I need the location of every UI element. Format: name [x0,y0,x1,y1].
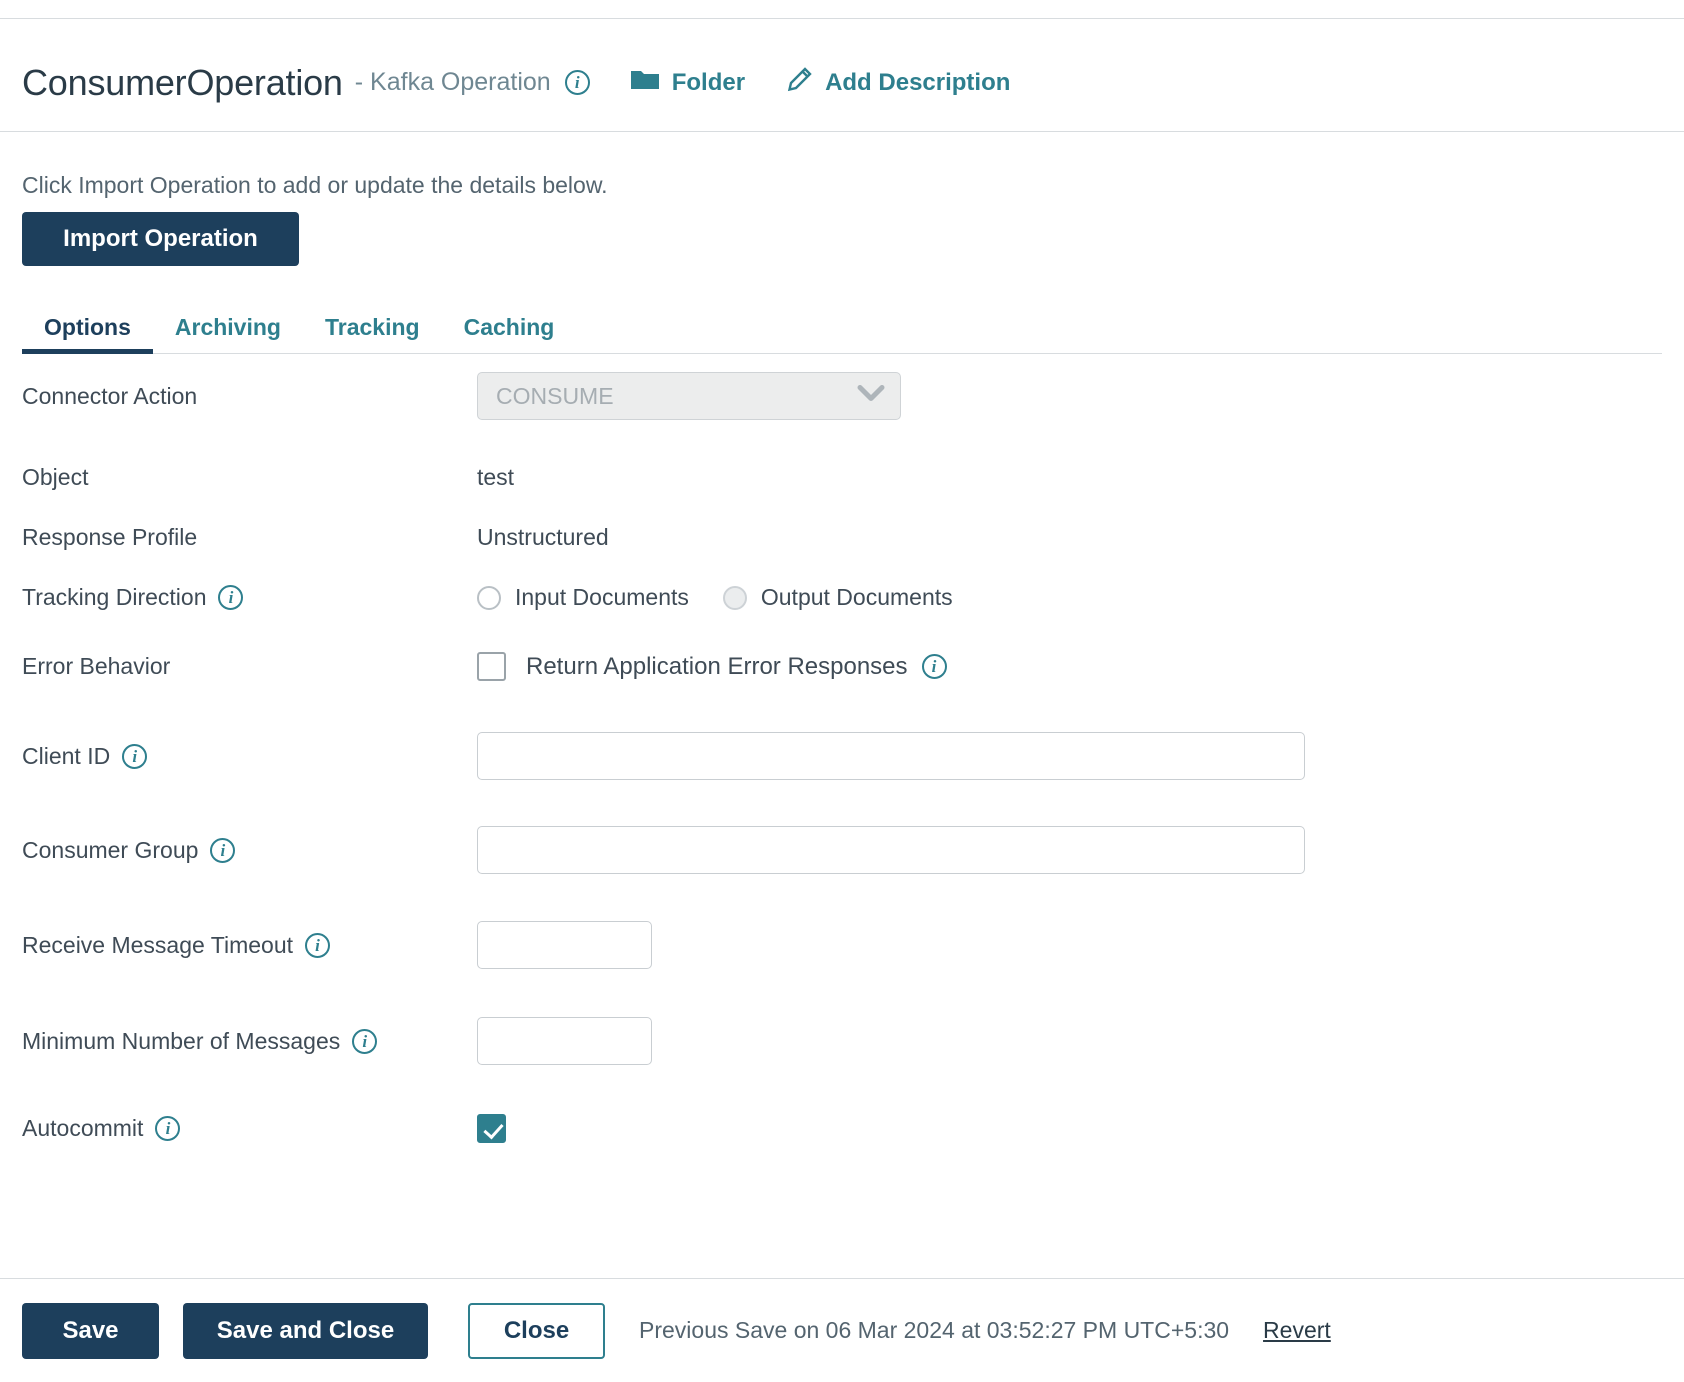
consumer-group-label: Consumer Group i [22,837,477,864]
radio-input-documents[interactable]: Input Documents [477,584,689,611]
object-label: Object [22,464,89,490]
close-button[interactable]: Close [468,1302,605,1359]
revert-link[interactable]: Revert [1263,1317,1331,1344]
row-receive-message-timeout: Receive Message Timeout i [22,921,1662,969]
info-icon[interactable]: i [921,654,947,679]
add-description-label: Add Description [825,68,1011,96]
add-description-button[interactable]: Add Description [785,66,1010,99]
subtitle-text: Kafka Operation [370,68,551,96]
radio-output-documents-label: Output Documents [760,584,953,610]
info-icon[interactable]: i [210,837,236,863]
tab-options[interactable]: Options [22,314,153,354]
error-behavior-label: Error Behavior [22,653,171,679]
row-client-id: Client ID i [22,732,1662,780]
radio-output-documents[interactable]: Output Documents [722,584,953,611]
page-subtitle: - Kafka Operation [355,68,551,97]
autocommit-label: Autocommit i [22,1115,477,1142]
info-icon[interactable]: i [305,932,331,958]
tab-caching[interactable]: Caching [442,314,577,353]
response-profile-label: Response Profile [22,524,198,550]
consumer-group-input[interactable] [477,826,1305,874]
connector-action-value: CONSUME [477,372,901,420]
row-error-behavior: Error Behavior Return Application Error … [22,652,1662,681]
tab-bar: Options Archiving Tracking Caching [22,302,1662,354]
autocommit-label-text: Autocommit [22,1115,144,1141]
page-title: ConsumerOperation [22,61,343,103]
radio-circle-icon [477,585,501,610]
row-tracking-direction: Tracking Direction i Input Documents Out… [22,584,1662,611]
client-id-input[interactable] [477,732,1305,780]
page-header: ConsumerOperation - Kafka Operation i Fo… [0,34,1684,132]
info-icon[interactable]: i [155,1116,181,1141]
save-and-close-button[interactable]: Save and Close [183,1302,428,1359]
return-application-error-responses-label: Return Application Error Responses [526,652,908,680]
radio-input-documents-label: Input Documents [515,584,689,610]
row-autocommit: Autocommit i [22,1114,1662,1143]
client-id-label-text: Client ID [22,742,111,769]
folder-label: Folder [671,68,746,96]
options-form: Connector Action CONSUME Object test Res… [0,356,1684,1278]
pencil-icon [785,66,813,99]
connector-action-label: Connector Action [22,382,198,409]
row-response-profile: Response Profile Unstructured [22,524,1662,551]
return-application-error-responses-checkbox[interactable] [477,652,506,681]
info-icon[interactable]: i [218,585,244,610]
top-divider [0,18,1684,19]
object-value: test [477,464,515,490]
info-icon[interactable]: i [564,70,590,95]
receive-message-timeout-label: Receive Message Timeout i [22,932,477,959]
tracking-direction-label: Tracking Direction i [22,584,477,611]
row-consumer-group: Consumer Group i [22,826,1662,874]
minimum-number-of-messages-input[interactable] [477,1017,652,1065]
consumer-group-label-text: Consumer Group [22,836,199,863]
tab-archiving[interactable]: Archiving [153,314,303,353]
row-object: Object test [22,464,1662,491]
radio-circle-icon [722,585,747,610]
tracking-direction-label-text: Tracking Direction [22,584,207,610]
tab-tracking[interactable]: Tracking [303,314,442,353]
subtitle-separator: - [354,68,364,96]
row-minimum-number-of-messages: Minimum Number of Messages i [22,1017,1662,1065]
client-id-label: Client ID i [22,743,477,770]
row-connector-action: Connector Action CONSUME [22,372,1662,420]
previous-save-timestamp: Previous Save on 06 Mar 2024 at 03:52:27… [639,1317,1230,1343]
import-instruction-text: Click Import Operation to add or update … [22,172,608,198]
footer-action-bar: Save Save and Close Close Previous Save … [0,1278,1684,1382]
connector-action-select[interactable]: CONSUME [477,372,901,420]
folder-icon [630,68,660,97]
receive-message-timeout-input[interactable] [477,921,652,969]
folder-button[interactable]: Folder [630,68,745,97]
import-operation-button[interactable]: Import Operation [22,212,299,266]
response-profile-value: Unstructured [477,524,609,550]
info-icon[interactable]: i [352,1028,378,1054]
info-icon[interactable]: i [122,743,148,769]
receive-message-timeout-label-text: Receive Message Timeout [22,931,294,958]
minimum-number-of-messages-label-text: Minimum Number of Messages [22,1027,341,1054]
autocommit-checkbox[interactable] [477,1114,506,1143]
header-info-wrap[interactable]: i [564,70,590,95]
minimum-number-of-messages-label: Minimum Number of Messages i [22,1028,477,1055]
save-button[interactable]: Save [22,1302,159,1359]
